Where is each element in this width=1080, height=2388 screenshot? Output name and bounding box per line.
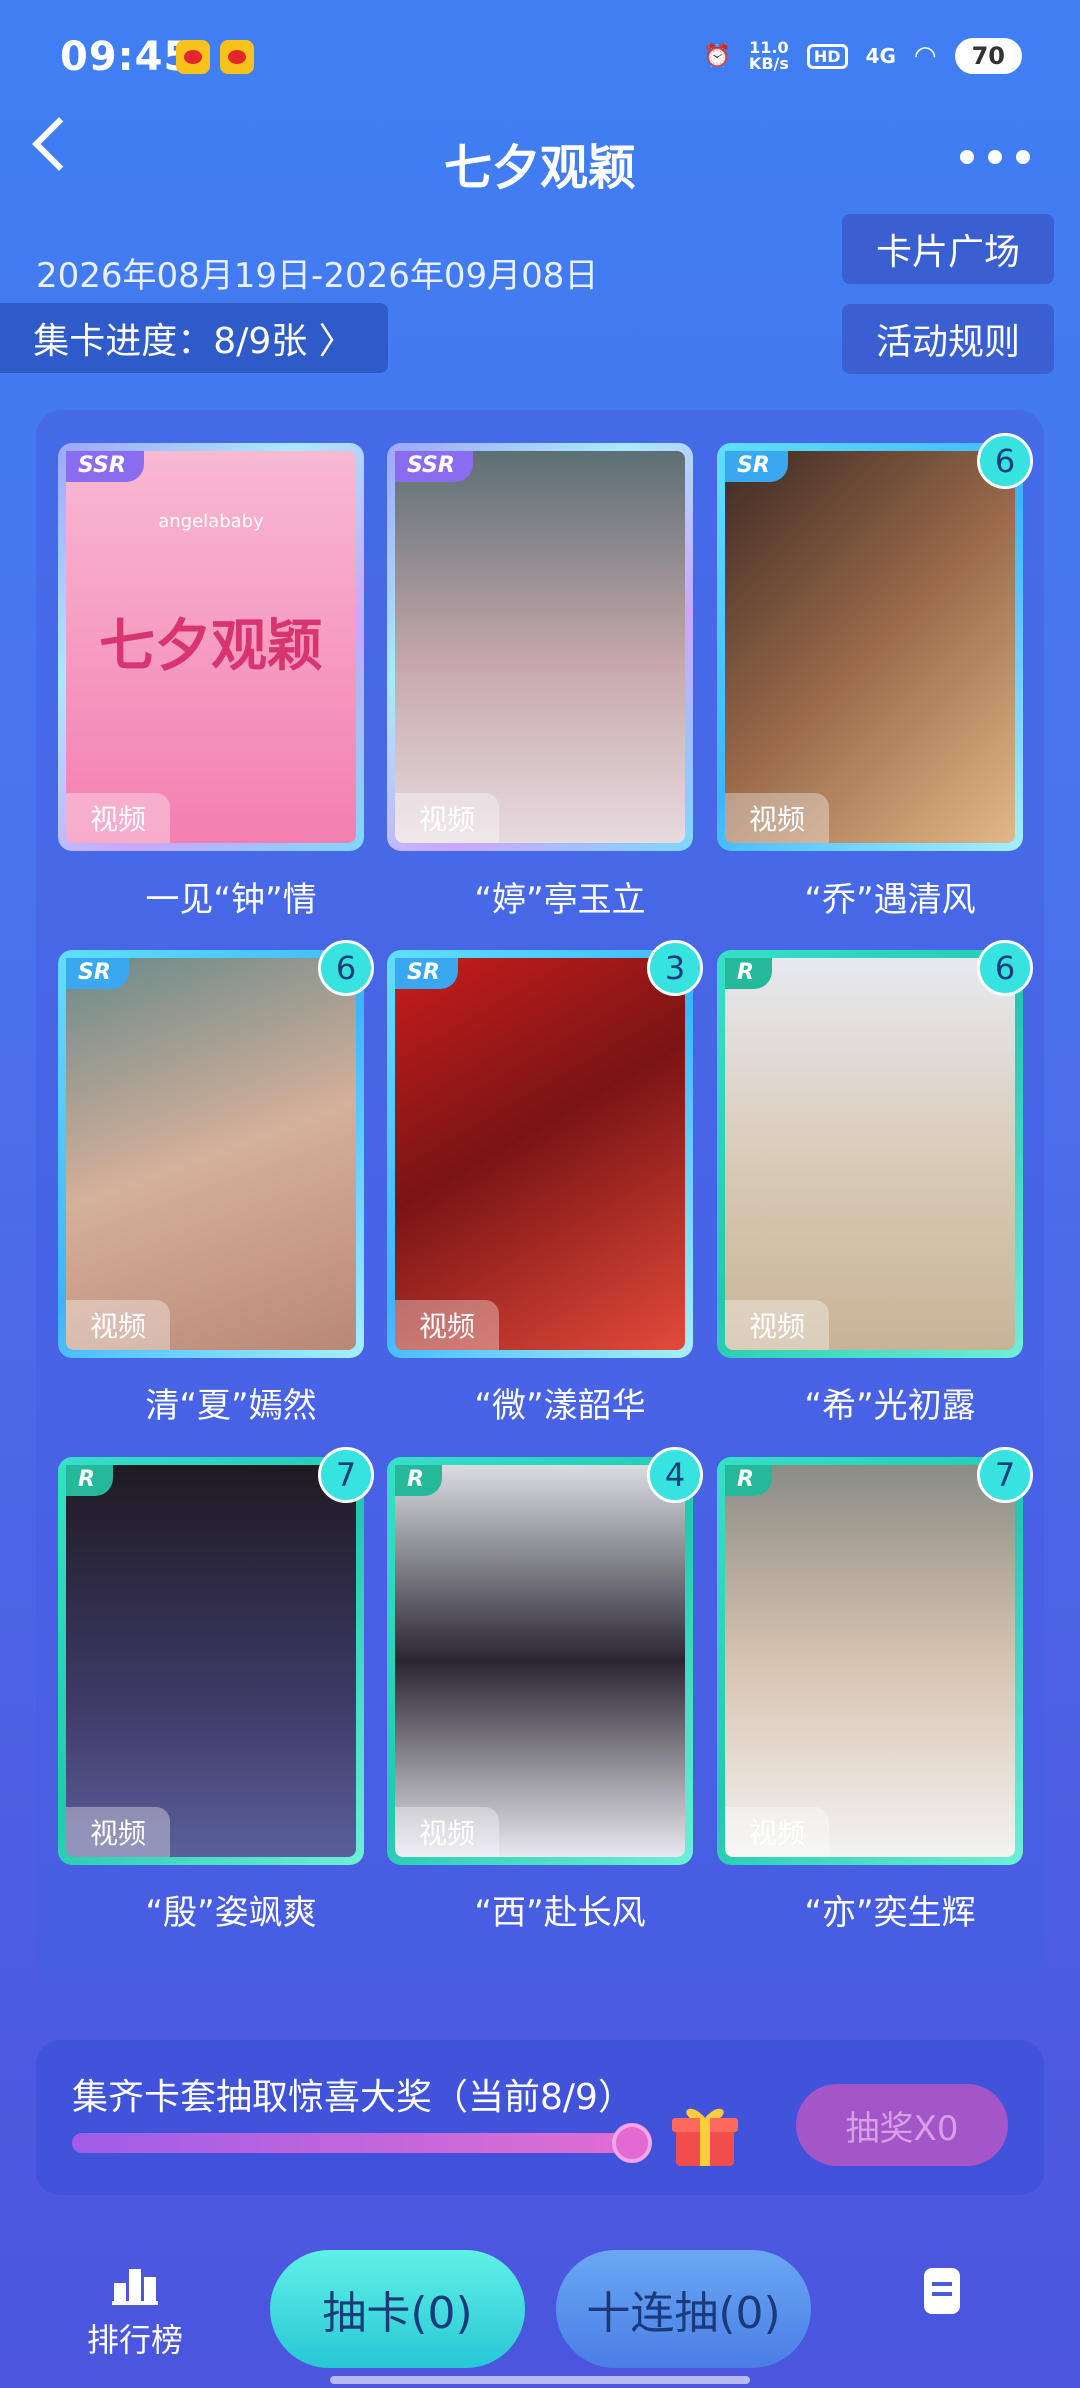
wifi-icon: ◠ [913,41,937,71]
card-count-badge: 6 [977,940,1033,996]
card-name: “乔”遇清风 [804,880,976,920]
card-4[interactable]: SR 6 视频 [58,940,374,1358]
rarity-label: R [725,1465,772,1496]
video-tag: 视频 [66,1300,170,1350]
hd-icon: HD [806,43,848,69]
card-9[interactable]: R 7 视频 [717,1447,1033,1865]
card-name: “亦”奕生辉 [804,1893,976,1933]
card-count-badge: 6 [318,940,374,996]
card-6[interactable]: R 6 视频 [717,940,1033,1358]
rarity-label: R [725,958,772,989]
card-3[interactable]: SR 6 视频 [717,433,1033,851]
rarity-label: R [395,1465,442,1496]
card-photo [395,958,685,1350]
draw-one-button[interactable]: 抽卡(0) [270,2250,525,2368]
leaderboard-label: 排行榜 [86,2321,183,2359]
card-photo [66,1465,356,1857]
collection-progress-button[interactable]: 集卡进度：8/9张 〉 [0,303,388,373]
rarity-label: SR [395,958,458,989]
poster-title: 七夕观颖 [99,614,323,679]
card-8[interactable]: R 4 视频 [387,1447,703,1865]
alarm-icon: ⏰ [703,43,731,69]
signal-icon: 4G [865,44,896,68]
video-tag: 视频 [66,793,170,843]
card-name: 清“夏”嫣然 [145,1386,317,1426]
status-icons: ⏰ 11.0 KB/s HD 4G ◠ 70 [704,38,1022,74]
lottery-button[interactable]: 抽奖X0 [796,2084,1008,2166]
weibo-notification-icon [176,40,210,74]
record-icon[interactable] [924,2268,960,2314]
card-name: “殷”姿飒爽 [145,1893,317,1933]
event-date-range: 2026年08月19日-2026年09月08日 [36,256,599,296]
weibo-notification-icon [220,40,254,74]
card-count-badge: 4 [647,1447,703,1503]
status-time: 09:45 [60,34,193,80]
card-count-badge: 6 [977,433,1033,489]
event-rules-button[interactable]: 活动规则 [842,304,1054,374]
card-name: 一见“钟”情 [145,880,317,920]
card-2[interactable]: SSR 视频 [387,443,693,851]
gift-icon [670,2100,740,2170]
video-tag: 视频 [66,1807,170,1857]
card-name: “微”漾韶华 [474,1386,646,1426]
card-photo [725,958,1015,1350]
card-photo [395,1465,685,1857]
prize-text: 集齐卡套抽取惊喜大奖（当前8/9） [72,2077,634,2118]
card-5[interactable]: SR 3 视频 [387,940,703,1358]
card-photo: angelababy 七夕观颖 [66,451,356,843]
card-count-badge: 7 [977,1447,1033,1503]
card-photo [66,958,356,1350]
card-name: “婷”亭玉立 [474,880,646,920]
network-speed: 11.0 KB/s [748,38,789,73]
rarity-label: SSR [66,451,144,482]
page-title: 七夕观颖 [443,140,636,196]
rarity-label: R [66,1465,113,1496]
card-count-badge: 3 [647,940,703,996]
leaderboard-icon [112,2265,158,2305]
video-tag: 视频 [395,1807,499,1857]
card-name: “希”光初露 [804,1386,976,1426]
card-photo [725,1465,1015,1857]
rarity-label: SSR [395,451,473,482]
card-7[interactable]: R 7 视频 [58,1447,374,1865]
card-name: “西”赴长风 [474,1893,646,1933]
rarity-label: SR [725,451,788,482]
video-tag: 视频 [725,793,829,843]
poster-subtitle: angelababy [158,511,264,532]
card-photo [725,451,1015,843]
video-tag: 视频 [725,1807,829,1857]
card-1[interactable]: angelababy 七夕观颖 SSR 视频 [58,443,364,851]
leaderboard-button[interactable]: 排行榜 [80,2265,190,2361]
more-icon[interactable] [960,150,1030,164]
video-tag: 视频 [395,793,499,843]
video-tag: 视频 [725,1300,829,1350]
card-plaza-button[interactable]: 卡片广场 [842,214,1054,284]
prize-progress-bar [72,2133,652,2153]
battery-icon: 70 [954,38,1022,74]
home-indicator [330,2376,750,2384]
video-tag: 视频 [395,1300,499,1350]
card-count-badge: 7 [318,1447,374,1503]
draw-ten-button[interactable]: 十连抽(0) [556,2250,811,2368]
card-photo [395,451,685,843]
prize-progress-knob [612,2123,652,2163]
rarity-label: SR [66,958,129,989]
